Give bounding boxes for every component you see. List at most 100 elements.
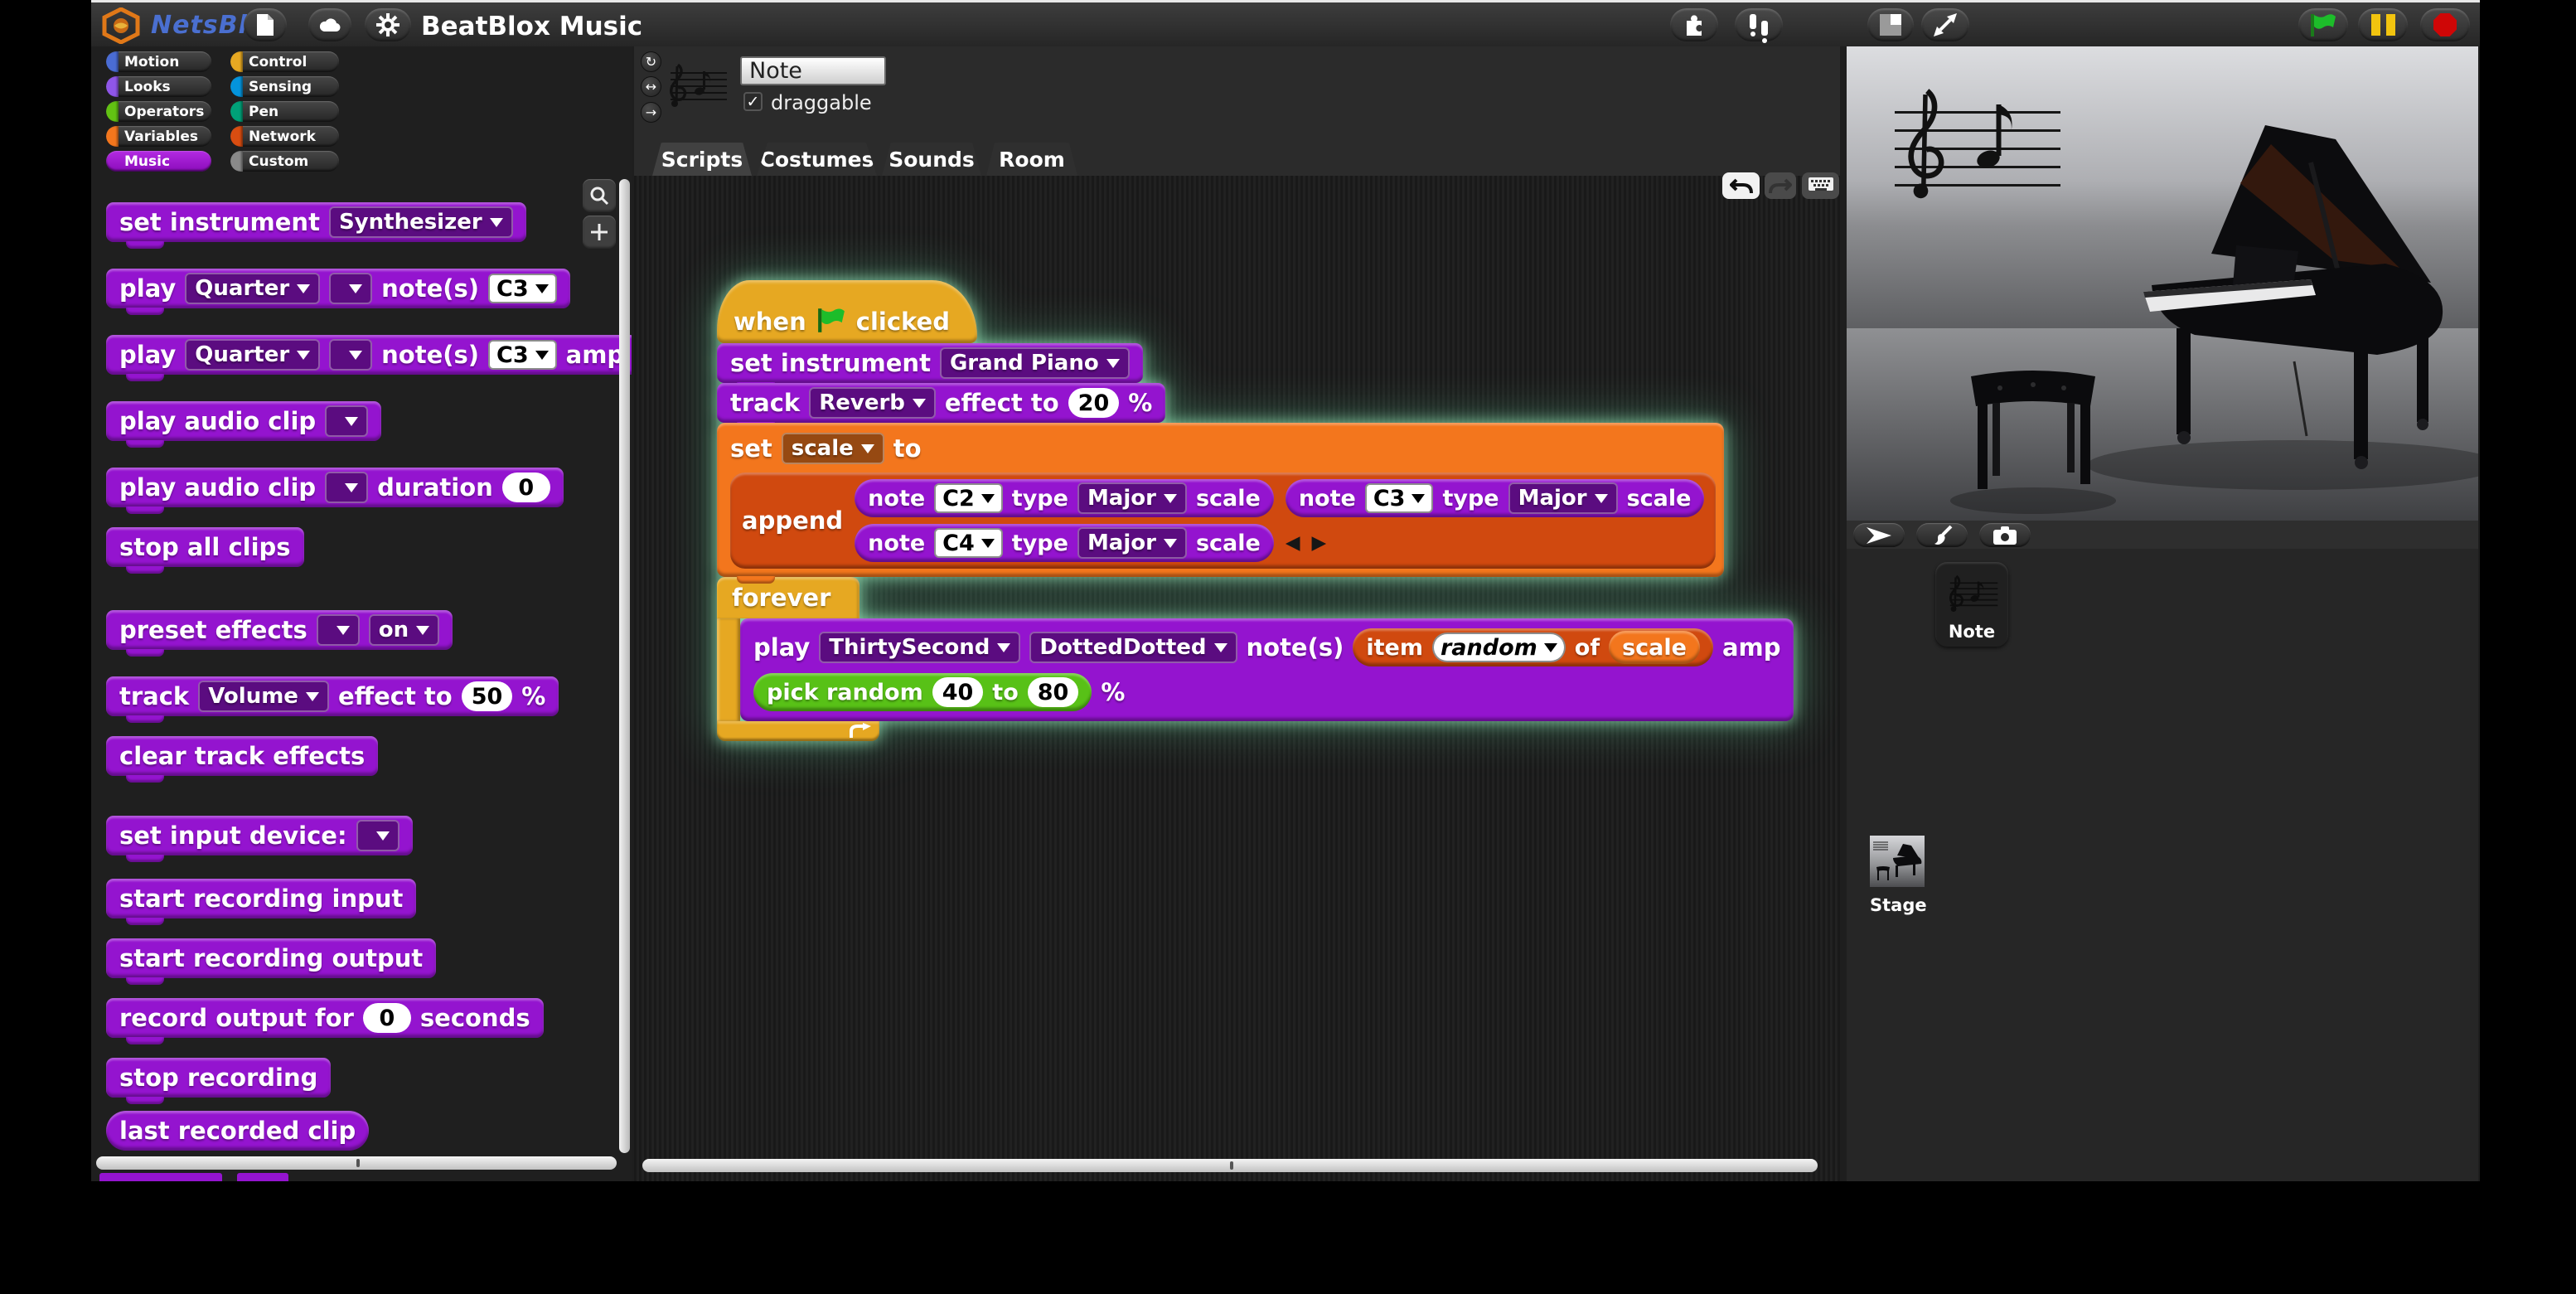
category-custom[interactable]: Custom	[230, 151, 339, 172]
block-set-input-device[interactable]: set input device:	[106, 816, 413, 855]
tab-costumes[interactable]: Costumes	[757, 143, 877, 176]
block-note-c2[interactable]: note C2 type Major scale	[855, 479, 1274, 517]
rotate-style-free-button[interactable]: ↻	[641, 51, 661, 72]
variable-dropdown[interactable]: scale	[782, 433, 884, 464]
block-pick-random[interactable]: pick random 40 to 80	[753, 673, 1092, 711]
sprite-name-input[interactable]: Note	[740, 56, 886, 85]
block-play-notes[interactable]: play ThirtySecond DottedDotted note(s) i…	[740, 618, 1794, 721]
script-canvas[interactable]: when clicked set instrument Grand Piano …	[634, 176, 1840, 1181]
block-track-effect-script[interactable]: track Reverb effect to 20 %	[717, 383, 1165, 423]
effect-type-dropdown[interactable]: Reverb	[809, 387, 936, 419]
instrument-dropdown[interactable]: Grand Piano	[940, 347, 1130, 379]
block-item-of[interactable]: item random of scale	[1353, 628, 1713, 666]
category-pen[interactable]: Pen	[230, 101, 339, 122]
new-turtle-sprite-button[interactable]	[1853, 523, 1905, 547]
block-play-note-amp[interactable]: play Quarter note(s) C3 amp	[106, 335, 632, 375]
stage-thumbnail[interactable]	[1870, 836, 1925, 887]
tab-scripts[interactable]: Scripts	[652, 143, 752, 176]
camera-sprite-button[interactable]	[1979, 523, 2031, 547]
min-input[interactable]: 40	[932, 677, 984, 707]
block-stop-recording[interactable]: stop recording	[106, 1058, 331, 1098]
keyboard-entry-button[interactable]	[1802, 172, 1839, 199]
duration-dropdown[interactable]: Quarter	[185, 339, 320, 371]
percent-input[interactable]: 50	[462, 681, 513, 711]
settings-menu-button[interactable]	[365, 8, 411, 41]
block-track-effect[interactable]: track Volume effect to 50 %	[106, 676, 559, 716]
category-motion[interactable]: Motion	[106, 51, 211, 72]
block-clear-track-effects[interactable]: clear track effects	[106, 736, 378, 776]
block-start-recording-output[interactable]: start recording output	[106, 938, 436, 978]
block-note-c3[interactable]: note C3 type Major scale	[1286, 479, 1705, 517]
variable-scale[interactable]: scale	[1609, 631, 1700, 664]
redo-button[interactable]	[1765, 172, 1796, 199]
note-dropdown[interactable]: C2	[934, 483, 1003, 513]
script-stack[interactable]: when clicked set instrument Grand Piano …	[717, 280, 1794, 741]
category-operators[interactable]: Operators	[106, 101, 211, 122]
block-set-instrument[interactable]: set instrument Synthesizer	[106, 202, 526, 242]
block-stop-all-clips[interactable]: stop all clips	[106, 527, 304, 567]
category-sensing[interactable]: Sensing	[230, 76, 339, 97]
type-dropdown[interactable]: Major	[1508, 482, 1618, 514]
category-music[interactable]: Music	[106, 151, 211, 172]
block-set-instrument-script[interactable]: set instrument Grand Piano	[717, 343, 1143, 383]
stop-button[interactable]	[2420, 8, 2470, 41]
block-append[interactable]: append note C2 type Major scale	[730, 473, 1716, 569]
duration-dropdown[interactable]: ThirtySecond	[819, 632, 1020, 663]
type-dropdown[interactable]: Major	[1077, 482, 1187, 514]
duration-dropdown[interactable]: Quarter	[185, 273, 320, 304]
seconds-input[interactable]: 0	[363, 1003, 411, 1033]
undo-button[interactable]	[1722, 172, 1760, 199]
hat-when-flag-clicked[interactable]: when clicked	[717, 280, 977, 343]
scripts-horizontal-scrollbar[interactable]	[642, 1159, 1818, 1172]
block-record-output-for[interactable]: record output for 0 seconds	[106, 998, 544, 1038]
note-dropdown[interactable]: C3	[488, 274, 557, 303]
block-last-recorded-clip[interactable]: last recorded clip	[106, 1111, 369, 1151]
cloud-menu-button[interactable]	[308, 8, 351, 41]
note-dropdown[interactable]: C4	[934, 528, 1003, 558]
palette-add-button[interactable]	[583, 216, 616, 249]
percent-input[interactable]: 20	[1068, 388, 1120, 418]
netsblox-logo-icon[interactable]	[99, 7, 143, 44]
rotate-style-none-button[interactable]: →	[641, 102, 661, 123]
block-play-audio-clip[interactable]: play audio clip	[106, 401, 381, 441]
sprite-card-note[interactable]: Note	[1935, 562, 2008, 647]
draggable-checkbox[interactable]	[743, 92, 763, 111]
category-network[interactable]: Network	[230, 126, 339, 147]
note-dropdown[interactable]: C3	[488, 340, 557, 370]
block-note-c4[interactable]: note C4 type Major scale	[855, 524, 1274, 562]
modifier-dropdown[interactable]	[329, 339, 372, 371]
stage[interactable]	[1847, 46, 2478, 521]
category-control[interactable]: Control	[230, 51, 339, 72]
type-dropdown[interactable]: Major	[1077, 527, 1187, 559]
category-looks[interactable]: Looks	[106, 76, 211, 97]
tab-sounds[interactable]: Sounds	[882, 143, 981, 176]
expand-stage-button[interactable]	[1921, 8, 1969, 41]
unified-palette-button[interactable]	[1670, 8, 1718, 41]
clip-dropdown[interactable]	[325, 405, 368, 437]
category-variables[interactable]: Variables	[106, 126, 211, 147]
effect-dropdown[interactable]	[317, 614, 360, 646]
block-play-note[interactable]: play Quarter note(s) C3	[106, 269, 570, 308]
palette-vertical-scrollbar[interactable]	[619, 179, 630, 1153]
paint-new-sprite-button[interactable]	[1916, 523, 1968, 547]
device-dropdown[interactable]	[356, 820, 399, 851]
duration-input[interactable]: 0	[502, 473, 550, 502]
palette-horizontal-scrollbar[interactable]	[96, 1156, 617, 1170]
rotate-style-flip-button[interactable]: ↔	[641, 76, 661, 97]
green-flag-button[interactable]	[2298, 8, 2348, 41]
modifier-dropdown[interactable]: DottedDotted	[1029, 632, 1237, 663]
block-preset-effects[interactable]: preset effects on	[106, 610, 453, 650]
stage-layout-button[interactable]	[1867, 8, 1914, 41]
effect-type-dropdown[interactable]: Volume	[198, 681, 329, 712]
block-start-recording-input[interactable]: start recording input	[106, 879, 416, 918]
modifier-dropdown[interactable]	[329, 273, 372, 304]
block-play-audio-clip-duration[interactable]: play audio clip duration 0	[106, 468, 564, 507]
max-input[interactable]: 80	[1028, 677, 1079, 707]
pause-button[interactable]	[2358, 8, 2408, 41]
alerts-button[interactable]	[1735, 8, 1783, 41]
index-dropdown[interactable]: random	[1432, 632, 1566, 662]
tab-room[interactable]: Room	[986, 143, 1077, 176]
block-set-variable[interactable]: set scale to append note C2 type	[717, 423, 1724, 577]
palette-search-button[interactable]	[583, 179, 616, 212]
clip-dropdown[interactable]	[325, 472, 368, 503]
